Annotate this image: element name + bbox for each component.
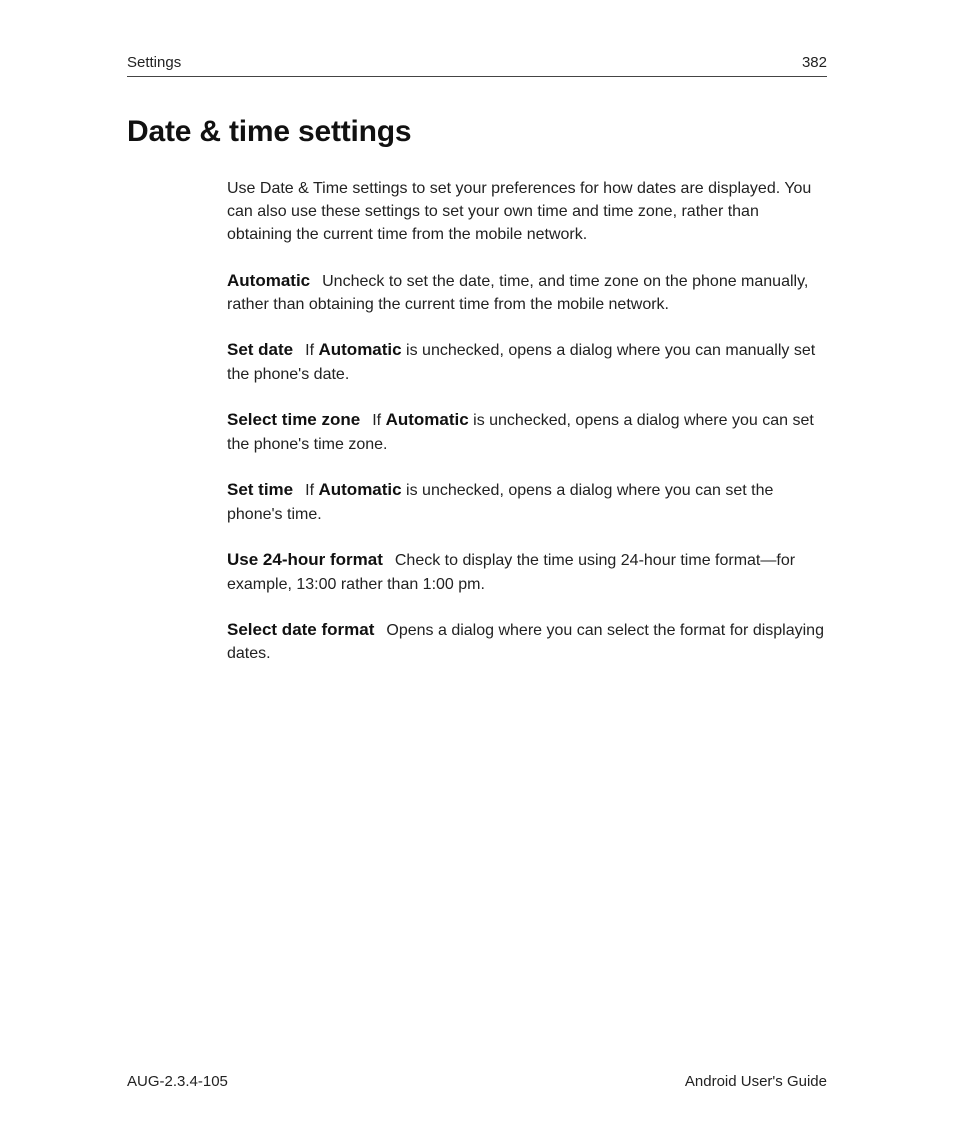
definition-term: Set date bbox=[227, 340, 293, 359]
definition-desc-bold: Automatic bbox=[386, 410, 469, 429]
definition-desc-bold: Automatic bbox=[318, 340, 401, 359]
footer-left: AUG-2.3.4-105 bbox=[127, 1073, 228, 1090]
footer-right: Android User's Guide bbox=[685, 1073, 827, 1090]
definition-item: Use 24-hour formatCheck to display the t… bbox=[227, 548, 827, 596]
definition-item: Select time zoneIf Automatic is unchecke… bbox=[227, 408, 827, 456]
document-page: Settings 382 Date & time settings Use Da… bbox=[0, 0, 954, 1145]
definition-term: Select time zone bbox=[227, 410, 360, 429]
definition-term: Automatic bbox=[227, 271, 310, 290]
definition-desc-pre: If bbox=[305, 482, 318, 499]
definition-item: Select date formatOpens a dialog where y… bbox=[227, 618, 827, 666]
definition-desc-pre: If bbox=[372, 412, 385, 429]
definition-list: AutomaticUncheck to set the date, time, … bbox=[227, 269, 827, 666]
definition-desc-pre: If bbox=[305, 342, 318, 359]
definition-term: Use 24-hour format bbox=[227, 550, 383, 569]
page-header: Settings 382 bbox=[127, 54, 827, 77]
definition-item: Set timeIf Automatic is unchecked, opens… bbox=[227, 478, 827, 526]
definition-item: AutomaticUncheck to set the date, time, … bbox=[227, 269, 827, 317]
header-section: Settings bbox=[127, 54, 181, 71]
page-content: Use Date & Time settings to set your pre… bbox=[127, 177, 827, 666]
page-footer: AUG-2.3.4-105 Android User's Guide bbox=[127, 1073, 827, 1090]
header-page-number: 382 bbox=[802, 54, 827, 71]
definition-term: Set time bbox=[227, 480, 293, 499]
definition-desc-bold: Automatic bbox=[318, 480, 401, 499]
definition-item: Set dateIf Automatic is unchecked, opens… bbox=[227, 338, 827, 386]
definition-desc: Uncheck to set the date, time, and time … bbox=[227, 273, 808, 314]
intro-paragraph: Use Date & Time settings to set your pre… bbox=[227, 177, 827, 247]
page-title: Date & time settings bbox=[127, 115, 827, 149]
definition-term: Select date format bbox=[227, 620, 374, 639]
